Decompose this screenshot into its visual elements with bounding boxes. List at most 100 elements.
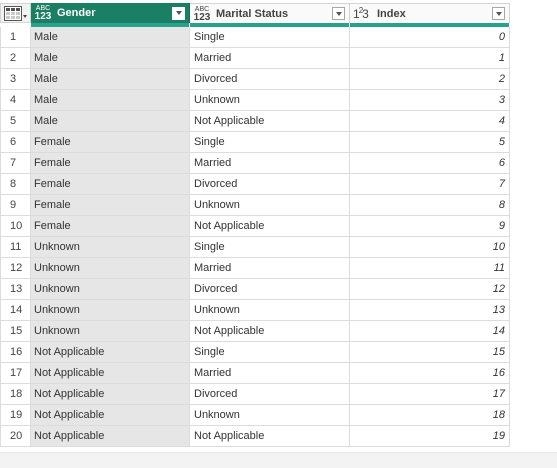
cell-marital-status[interactable]: Married [190, 363, 350, 384]
cell-gender[interactable]: Female [31, 153, 190, 174]
row-number[interactable]: 17 [0, 363, 31, 384]
table-row[interactable]: 7 Female Married 6 [0, 153, 510, 174]
cell-index[interactable]: 17 [350, 384, 510, 405]
cell-marital-status[interactable]: Not Applicable [190, 111, 350, 132]
cell-marital-status[interactable]: Married [190, 48, 350, 69]
table-row[interactable]: 19 Not Applicable Unknown 18 [0, 405, 510, 426]
table-row[interactable]: 16 Not Applicable Single 15 [0, 342, 510, 363]
cell-index[interactable]: 14 [350, 321, 510, 342]
cell-gender[interactable]: Unknown [31, 300, 190, 321]
cell-gender[interactable]: Male [31, 48, 190, 69]
cell-index[interactable]: 18 [350, 405, 510, 426]
cell-marital-status[interactable]: Single [190, 27, 350, 48]
filter-dropdown-button[interactable] [492, 7, 505, 20]
cell-index[interactable]: 6 [350, 153, 510, 174]
cell-gender[interactable]: Not Applicable [31, 384, 190, 405]
filter-dropdown-button[interactable] [332, 7, 345, 20]
cell-marital-status[interactable]: Unknown [190, 195, 350, 216]
cell-marital-status[interactable]: Divorced [190, 69, 350, 90]
cell-marital-status[interactable]: Unknown [190, 300, 350, 321]
cell-index[interactable]: 11 [350, 258, 510, 279]
row-number[interactable]: 8 [0, 174, 31, 195]
table-row[interactable]: 2 Male Married 1 [0, 48, 510, 69]
cell-index[interactable]: 16 [350, 363, 510, 384]
table-row[interactable]: 10 Female Not Applicable 9 [0, 216, 510, 237]
cell-gender[interactable]: Female [31, 216, 190, 237]
table-row[interactable]: 17 Not Applicable Married 16 [0, 363, 510, 384]
row-number[interactable]: 18 [0, 384, 31, 405]
table-row[interactable]: 4 Male Unknown 3 [0, 90, 510, 111]
cell-gender[interactable]: Unknown [31, 258, 190, 279]
cell-gender[interactable]: Female [31, 195, 190, 216]
row-number[interactable]: 10 [0, 216, 31, 237]
cell-marital-status[interactable]: Single [190, 237, 350, 258]
cell-gender[interactable]: Male [31, 69, 190, 90]
row-number[interactable]: 2 [0, 48, 31, 69]
whole-number-type-icon[interactable]: 123 [353, 6, 373, 21]
cell-marital-status[interactable]: Unknown [190, 405, 350, 426]
cell-marital-status[interactable]: Not Applicable [190, 426, 350, 447]
cell-marital-status[interactable]: Married [190, 153, 350, 174]
table-row[interactable]: 8 Female Divorced 7 [0, 174, 510, 195]
row-number[interactable]: 12 [0, 258, 31, 279]
cell-gender[interactable]: Not Applicable [31, 405, 190, 426]
table-row[interactable]: 15 Unknown Not Applicable 14 [0, 321, 510, 342]
cell-index[interactable]: 4 [350, 111, 510, 132]
cell-index[interactable]: 1 [350, 48, 510, 69]
cell-index[interactable]: 3 [350, 90, 510, 111]
row-number[interactable]: 6 [0, 132, 31, 153]
cell-index[interactable]: 13 [350, 300, 510, 321]
cell-marital-status[interactable]: Divorced [190, 174, 350, 195]
cell-gender[interactable]: Female [31, 174, 190, 195]
row-number[interactable]: 20 [0, 426, 31, 447]
column-header-gender[interactable]: ABC 123 Gender [31, 3, 190, 23]
cell-index[interactable]: 2 [350, 69, 510, 90]
table-row[interactable]: 6 Female Single 5 [0, 132, 510, 153]
table-row[interactable]: 1 Male Single 0 [0, 27, 510, 48]
cell-index[interactable]: 7 [350, 174, 510, 195]
row-number[interactable]: 13 [0, 279, 31, 300]
table-row[interactable]: 18 Not Applicable Divorced 17 [0, 384, 510, 405]
row-number[interactable]: 3 [0, 69, 31, 90]
cell-marital-status[interactable]: Divorced [190, 279, 350, 300]
table-row[interactable]: 12 Unknown Married 11 [0, 258, 510, 279]
cell-gender[interactable]: Not Applicable [31, 426, 190, 447]
table-row[interactable]: 13 Unknown Divorced 12 [0, 279, 510, 300]
cell-index[interactable]: 10 [350, 237, 510, 258]
row-number[interactable]: 16 [0, 342, 31, 363]
table-row[interactable]: 11 Unknown Single 10 [0, 237, 510, 258]
row-number[interactable]: 5 [0, 111, 31, 132]
cell-marital-status[interactable]: Married [190, 258, 350, 279]
cell-index[interactable]: 19 [350, 426, 510, 447]
cell-marital-status[interactable]: Divorced [190, 384, 350, 405]
table-menu-button[interactable] [0, 3, 31, 23]
column-header-index[interactable]: 123 Index [350, 3, 510, 23]
cell-index[interactable]: 12 [350, 279, 510, 300]
filter-dropdown-button[interactable] [172, 6, 185, 20]
row-number[interactable]: 1 [0, 27, 31, 48]
any-type-icon[interactable]: ABC 123 [193, 6, 211, 23]
cell-gender[interactable]: Unknown [31, 279, 190, 300]
row-number[interactable]: 7 [0, 153, 31, 174]
column-header-marital-status[interactable]: ABC 123 Marital Status [190, 3, 350, 23]
cell-gender[interactable]: Male [31, 27, 190, 48]
any-type-icon[interactable]: ABC 123 [34, 5, 52, 22]
row-number[interactable]: 4 [0, 90, 31, 111]
row-number[interactable]: 11 [0, 237, 31, 258]
table-row[interactable]: 9 Female Unknown 8 [0, 195, 510, 216]
row-number[interactable]: 14 [0, 300, 31, 321]
cell-gender[interactable]: Male [31, 111, 190, 132]
table-row[interactable]: 20 Not Applicable Not Applicable 19 [0, 426, 510, 447]
cell-gender[interactable]: Male [31, 90, 190, 111]
cell-marital-status[interactable]: Single [190, 132, 350, 153]
cell-gender[interactable]: Female [31, 132, 190, 153]
row-number[interactable]: 15 [0, 321, 31, 342]
cell-marital-status[interactable]: Not Applicable [190, 216, 350, 237]
table-row[interactable]: 5 Male Not Applicable 4 [0, 111, 510, 132]
cell-index[interactable]: 8 [350, 195, 510, 216]
row-number[interactable]: 19 [0, 405, 31, 426]
cell-gender[interactable]: Unknown [31, 237, 190, 258]
cell-index[interactable]: 0 [350, 27, 510, 48]
cell-gender[interactable]: Not Applicable [31, 363, 190, 384]
cell-index[interactable]: 15 [350, 342, 510, 363]
